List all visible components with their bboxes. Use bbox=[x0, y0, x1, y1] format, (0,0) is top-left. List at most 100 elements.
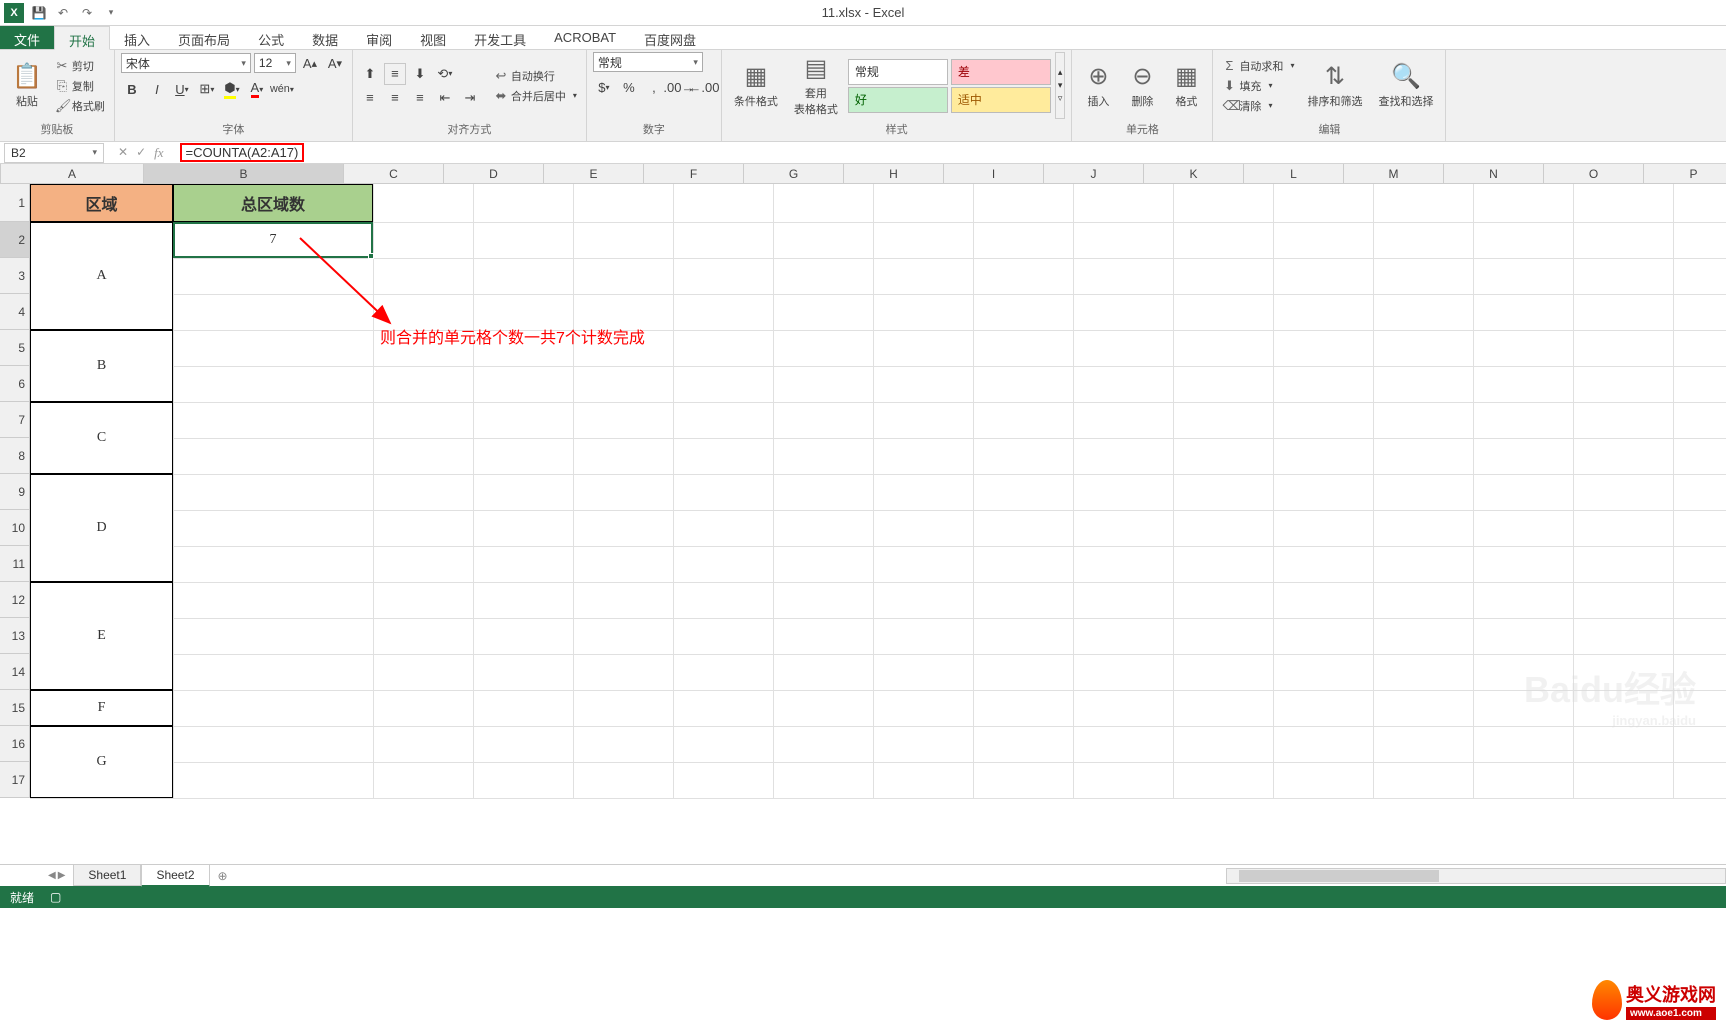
align-left-button[interactable]: ≡ bbox=[359, 87, 381, 109]
cell-style-good[interactable]: 好 bbox=[848, 87, 948, 113]
cell-A9-merged[interactable]: D bbox=[30, 474, 173, 582]
add-sheet-button[interactable]: ⊕ bbox=[210, 869, 236, 883]
row-header-10[interactable]: 10 bbox=[0, 510, 30, 546]
number-format-combo[interactable]: 常规▾ bbox=[593, 52, 703, 72]
horizontal-scrollbar[interactable] bbox=[1226, 868, 1726, 884]
row-header-4[interactable]: 4 bbox=[0, 294, 30, 330]
col-header-A[interactable]: A bbox=[1, 164, 144, 183]
align-top-button[interactable]: ⬆ bbox=[359, 63, 381, 85]
fill-color-button[interactable]: ⬢▾ bbox=[221, 78, 243, 100]
underline-button[interactable]: U▾ bbox=[171, 78, 193, 100]
cancel-formula-icon[interactable]: ✕ bbox=[118, 145, 128, 161]
qat-dropdown-icon[interactable]: ▾ bbox=[102, 4, 120, 22]
conditional-format-button[interactable]: ▦条件格式 bbox=[728, 52, 784, 119]
align-center-button[interactable]: ≡ bbox=[384, 87, 406, 109]
redo-icon[interactable]: ↷ bbox=[78, 4, 96, 22]
align-right-button[interactable]: ≡ bbox=[409, 87, 431, 109]
tab-baidu[interactable]: 百度网盘 bbox=[630, 26, 710, 49]
row-header-5[interactable]: 5 bbox=[0, 330, 30, 366]
font-color-button[interactable]: A▾ bbox=[246, 78, 268, 100]
undo-icon[interactable]: ↶ bbox=[54, 4, 72, 22]
sheet-nav-prev-icon[interactable]: ◀ bbox=[48, 870, 56, 881]
col-header-F[interactable]: F bbox=[644, 164, 744, 183]
col-header-G[interactable]: G bbox=[744, 164, 844, 183]
cell-A12-merged[interactable]: E bbox=[30, 582, 173, 690]
row-header-3[interactable]: 3 bbox=[0, 258, 30, 294]
merge-center-button[interactable]: ⬌合并后居中▾ bbox=[491, 87, 580, 105]
col-header-E[interactable]: E bbox=[544, 164, 644, 183]
row-header-17[interactable]: 17 bbox=[0, 762, 30, 798]
orientation-button[interactable]: ⟲▾ bbox=[434, 63, 456, 85]
decrease-indent-button[interactable]: ⇤ bbox=[434, 87, 456, 109]
tab-page-layout[interactable]: 页面布局 bbox=[164, 26, 244, 49]
row-header-7[interactable]: 7 bbox=[0, 402, 30, 438]
wrap-text-button[interactable]: ↩自动换行 bbox=[491, 67, 580, 85]
increase-indent-button[interactable]: ⇥ bbox=[459, 87, 481, 109]
cell-style-bad[interactable]: 差 bbox=[951, 59, 1051, 85]
italic-button[interactable]: I bbox=[146, 78, 168, 100]
decrease-font-button[interactable]: A▾ bbox=[324, 52, 346, 74]
row-header-2[interactable]: 2 bbox=[0, 222, 30, 258]
styles-gallery-scroll[interactable]: ▴▾▿ bbox=[1055, 52, 1066, 119]
format-cells-button[interactable]: ▦格式 bbox=[1166, 52, 1206, 119]
comma-button[interactable]: , bbox=[643, 76, 665, 98]
col-header-B[interactable]: B bbox=[144, 164, 344, 183]
cell-A2-merged[interactable]: A bbox=[30, 222, 173, 330]
name-box[interactable]: B2▾ bbox=[4, 143, 104, 163]
row-header-13[interactable]: 13 bbox=[0, 618, 30, 654]
tab-file[interactable]: 文件 bbox=[0, 26, 54, 49]
tab-view[interactable]: 视图 bbox=[406, 26, 460, 49]
tab-formulas[interactable]: 公式 bbox=[244, 26, 298, 49]
tab-acrobat[interactable]: ACROBAT bbox=[540, 26, 630, 49]
cell-A16-merged[interactable]: G bbox=[30, 726, 173, 798]
decrease-decimal-button[interactable]: ←.00 bbox=[693, 76, 715, 98]
sort-filter-button[interactable]: ⇅排序和筛选 bbox=[1301, 52, 1368, 119]
enter-formula-icon[interactable]: ✓ bbox=[136, 145, 146, 161]
cell-A5-merged[interactable]: B bbox=[30, 330, 173, 402]
border-button[interactable]: ⊞▾ bbox=[196, 78, 218, 100]
tab-home[interactable]: 开始 bbox=[54, 26, 110, 50]
font-size-combo[interactable]: 12▾ bbox=[254, 53, 296, 73]
align-bottom-button[interactable]: ⬇ bbox=[409, 63, 431, 85]
delete-cells-button[interactable]: ⊖删除 bbox=[1122, 52, 1162, 119]
font-name-combo[interactable]: 宋体▾ bbox=[121, 53, 251, 73]
col-header-K[interactable]: K bbox=[1144, 164, 1244, 183]
phonetic-button[interactable]: wén▾ bbox=[271, 78, 293, 100]
autosum-button[interactable]: Σ自动求和▾ bbox=[1219, 57, 1297, 75]
cut-button[interactable]: ✂剪切 bbox=[52, 57, 108, 75]
col-header-N[interactable]: N bbox=[1444, 164, 1544, 183]
format-painter-button[interactable]: 🖌格式刷 bbox=[52, 97, 108, 115]
paste-button[interactable]: 📋 粘贴 bbox=[6, 52, 48, 119]
cell-A7-merged[interactable]: C bbox=[30, 402, 173, 474]
col-header-J[interactable]: J bbox=[1044, 164, 1144, 183]
bold-button[interactable]: B bbox=[121, 78, 143, 100]
cell-A1[interactable]: 区域 bbox=[30, 184, 173, 222]
row-header-6[interactable]: 6 bbox=[0, 366, 30, 402]
row-header-15[interactable]: 15 bbox=[0, 690, 30, 726]
fill-button[interactable]: ⬇填充▾ bbox=[1219, 77, 1297, 95]
save-icon[interactable]: 💾 bbox=[30, 4, 48, 22]
formula-input[interactable]: =COUNTA(A2:A17) bbox=[174, 145, 1726, 161]
cell-B1[interactable]: 总区域数 bbox=[173, 184, 373, 222]
cells-area[interactable]: 则合并的单元格个数一共7个计数完成 Baidu经验 jingyan.baidu … bbox=[30, 184, 1726, 798]
insert-cells-button[interactable]: ⊕插入 bbox=[1078, 52, 1118, 119]
row-header-16[interactable]: 16 bbox=[0, 726, 30, 762]
clear-button[interactable]: ⌫清除▾ bbox=[1219, 97, 1297, 115]
align-middle-button[interactable]: ≡ bbox=[384, 63, 406, 85]
row-header-14[interactable]: 14 bbox=[0, 654, 30, 690]
currency-button[interactable]: $▾ bbox=[593, 76, 615, 98]
tab-data[interactable]: 数据 bbox=[298, 26, 352, 49]
row-header-8[interactable]: 8 bbox=[0, 438, 30, 474]
copy-button[interactable]: ⎘复制 bbox=[52, 77, 108, 95]
col-header-H[interactable]: H bbox=[844, 164, 944, 183]
col-header-L[interactable]: L bbox=[1244, 164, 1344, 183]
format-as-table-button[interactable]: ▤套用 表格格式 bbox=[788, 52, 844, 119]
sheet-nav-next-icon[interactable]: ▶ bbox=[58, 870, 66, 881]
tab-insert[interactable]: 插入 bbox=[110, 26, 164, 49]
row-header-12[interactable]: 12 bbox=[0, 582, 30, 618]
row-header-9[interactable]: 9 bbox=[0, 474, 30, 510]
col-header-D[interactable]: D bbox=[444, 164, 544, 183]
increase-decimal-button[interactable]: .00→ bbox=[668, 76, 690, 98]
tab-developer[interactable]: 开发工具 bbox=[460, 26, 540, 49]
percent-button[interactable]: % bbox=[618, 76, 640, 98]
